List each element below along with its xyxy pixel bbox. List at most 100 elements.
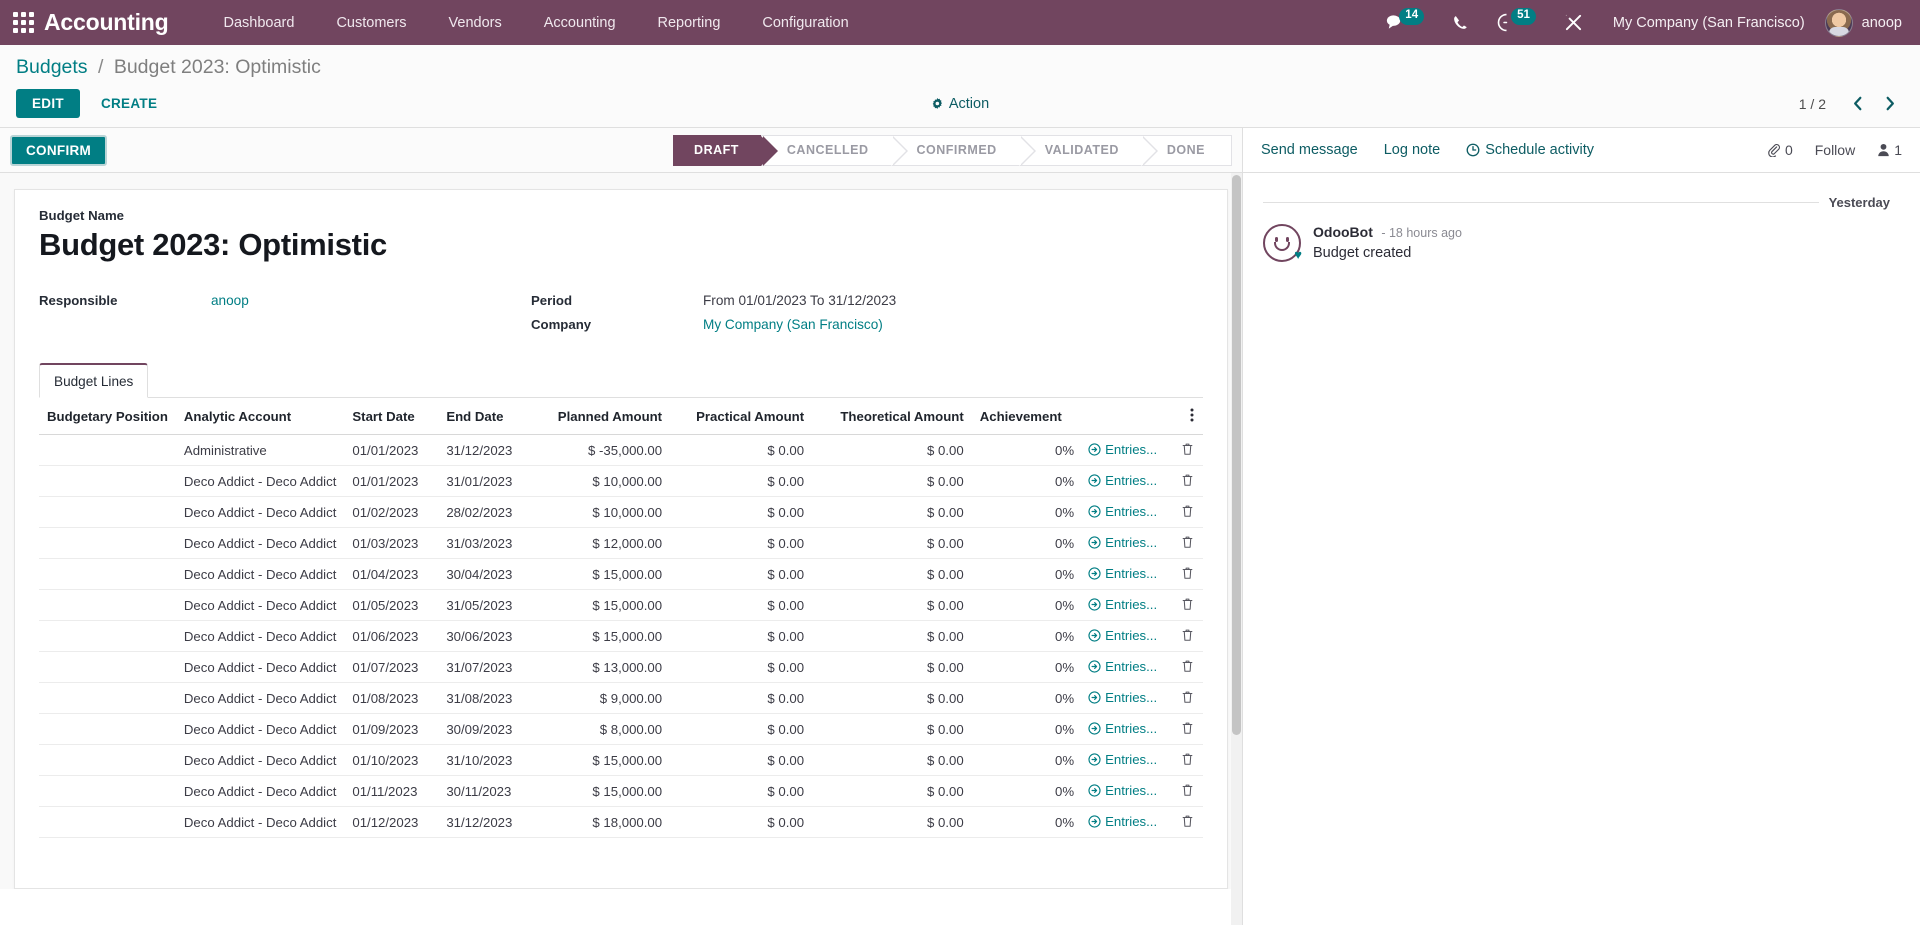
cell-practical-amount[interactable]: $ 0.00	[670, 745, 812, 776]
cell-start-date[interactable]: 01/04/2023	[344, 559, 438, 590]
cell-analytic-account[interactable]: Deco Addict - Deco Addict	[176, 466, 344, 497]
cell-theoretical-amount[interactable]: $ 0.00	[812, 497, 972, 528]
cell-start-date[interactable]: 01/07/2023	[344, 652, 438, 683]
cell-budgetary-position[interactable]	[39, 807, 176, 838]
column-start-date[interactable]: Start Date	[344, 398, 438, 435]
table-row[interactable]: Deco Addict - Deco Addict01/08/202331/08…	[39, 683, 1203, 714]
cell-end-date[interactable]: 31/01/2023	[438, 466, 532, 497]
cell-planned-amount[interactable]: $ 10,000.00	[532, 497, 670, 528]
cell-achievement[interactable]: 0%	[972, 683, 1084, 714]
entries-button[interactable]: Entries...	[1088, 659, 1157, 674]
cell-end-date[interactable]: 31/08/2023	[438, 683, 532, 714]
table-row[interactable]: Deco Addict - Deco Addict01/03/202331/03…	[39, 528, 1203, 559]
entries-button[interactable]: Entries...	[1088, 814, 1157, 829]
cell-budgetary-position[interactable]	[39, 621, 176, 652]
delete-row-button[interactable]	[1181, 506, 1194, 521]
entries-button[interactable]: Entries...	[1088, 752, 1157, 767]
cell-analytic-account[interactable]: Deco Addict - Deco Addict	[176, 652, 344, 683]
attachments-button[interactable]: 0	[1767, 142, 1793, 158]
entries-button[interactable]: Entries...	[1088, 566, 1157, 581]
form-scroll-area[interactable]: Budget Name Budget 2023: Optimistic Resp…	[0, 173, 1242, 889]
cell-achievement[interactable]: 0%	[972, 714, 1084, 745]
cell-theoretical-amount[interactable]: $ 0.00	[812, 745, 972, 776]
schedule-activity-button[interactable]: Schedule activity	[1466, 142, 1594, 158]
menu-item-vendors[interactable]: Vendors	[428, 3, 523, 43]
table-row[interactable]: Deco Addict - Deco Addict01/10/202331/10…	[39, 745, 1203, 776]
cell-achievement[interactable]: 0%	[972, 559, 1084, 590]
cell-planned-amount[interactable]: $ 15,000.00	[532, 559, 670, 590]
column-achievement[interactable]: Achievement	[972, 398, 1084, 435]
menu-item-customers[interactable]: Customers	[315, 3, 427, 43]
budget-name-value[interactable]: Budget 2023: Optimistic	[39, 227, 1203, 263]
edit-button[interactable]: EDIT	[16, 89, 80, 118]
cell-analytic-account[interactable]: Deco Addict - Deco Addict	[176, 590, 344, 621]
stage-cancelled[interactable]: CANCELLED	[761, 135, 891, 166]
cell-end-date[interactable]: 28/02/2023	[438, 497, 532, 528]
column-practical-amount[interactable]: Practical Amount	[670, 398, 812, 435]
cell-practical-amount[interactable]: $ 0.00	[670, 776, 812, 807]
cell-budgetary-position[interactable]	[39, 466, 176, 497]
cell-achievement[interactable]: 0%	[972, 621, 1084, 652]
cell-end-date[interactable]: 31/07/2023	[438, 652, 532, 683]
cell-end-date[interactable]: 31/10/2023	[438, 745, 532, 776]
table-row[interactable]: Deco Addict - Deco Addict01/05/202331/05…	[39, 590, 1203, 621]
cell-practical-amount[interactable]: $ 0.00	[670, 590, 812, 621]
cell-budgetary-position[interactable]	[39, 528, 176, 559]
debug-tools-menu[interactable]	[1550, 0, 1597, 45]
cell-theoretical-amount[interactable]: $ 0.00	[812, 621, 972, 652]
cell-achievement[interactable]: 0%	[972, 745, 1084, 776]
cell-analytic-account[interactable]: Deco Addict - Deco Addict	[176, 807, 344, 838]
cell-theoretical-amount[interactable]: $ 0.00	[812, 714, 972, 745]
entries-button[interactable]: Entries...	[1088, 473, 1157, 488]
cell-practical-amount[interactable]: $ 0.00	[670, 652, 812, 683]
cell-budgetary-position[interactable]	[39, 497, 176, 528]
cell-analytic-account[interactable]: Administrative	[176, 435, 344, 466]
optional-columns-toggle[interactable]	[1177, 398, 1203, 435]
cell-analytic-account[interactable]: Deco Addict - Deco Addict	[176, 497, 344, 528]
cell-end-date[interactable]: 31/03/2023	[438, 528, 532, 559]
cell-analytic-account[interactable]: Deco Addict - Deco Addict	[176, 528, 344, 559]
app-brand-accounting[interactable]: Accounting	[44, 9, 169, 36]
company-value[interactable]: My Company (San Francisco)	[703, 317, 883, 332]
cell-budgetary-position[interactable]	[39, 714, 176, 745]
action-menu[interactable]: Action	[931, 96, 989, 112]
cell-achievement[interactable]: 0%	[972, 497, 1084, 528]
message-author[interactable]: OdooBot	[1313, 224, 1373, 240]
cell-theoretical-amount[interactable]: $ 0.00	[812, 435, 972, 466]
confirm-button[interactable]: CONFIRM	[10, 135, 107, 166]
cell-practical-amount[interactable]: $ 0.00	[670, 528, 812, 559]
menu-item-configuration[interactable]: Configuration	[741, 3, 869, 43]
cell-budgetary-position[interactable]	[39, 652, 176, 683]
table-row[interactable]: Deco Addict - Deco Addict01/07/202331/07…	[39, 652, 1203, 683]
tab-budget-lines[interactable]: Budget Lines	[39, 363, 148, 398]
cell-achievement[interactable]: 0%	[972, 435, 1084, 466]
cell-planned-amount[interactable]: $ 12,000.00	[532, 528, 670, 559]
entries-button[interactable]: Entries...	[1088, 721, 1157, 736]
entries-button[interactable]: Entries...	[1088, 535, 1157, 550]
cell-practical-amount[interactable]: $ 0.00	[670, 807, 812, 838]
apps-grid-icon[interactable]	[10, 10, 36, 36]
delete-row-button[interactable]	[1181, 444, 1194, 459]
cell-budgetary-position[interactable]	[39, 776, 176, 807]
cell-practical-amount[interactable]: $ 0.00	[670, 559, 812, 590]
cell-end-date[interactable]: 30/11/2023	[438, 776, 532, 807]
cell-start-date[interactable]: 01/09/2023	[344, 714, 438, 745]
cell-start-date[interactable]: 01/06/2023	[344, 621, 438, 652]
stage-confirmed[interactable]: CONFIRMED	[891, 135, 1019, 166]
cell-end-date[interactable]: 31/12/2023	[438, 435, 532, 466]
delete-row-button[interactable]	[1181, 785, 1194, 800]
cell-practical-amount[interactable]: $ 0.00	[670, 621, 812, 652]
column-end-date[interactable]: End Date	[438, 398, 532, 435]
voip-phone-button[interactable]	[1438, 0, 1483, 45]
cell-theoretical-amount[interactable]: $ 0.00	[812, 590, 972, 621]
cell-start-date[interactable]: 01/11/2023	[344, 776, 438, 807]
column-theoretical-amount[interactable]: Theoretical Amount	[812, 398, 972, 435]
column-planned-amount[interactable]: Planned Amount	[532, 398, 670, 435]
cell-analytic-account[interactable]: Deco Addict - Deco Addict	[176, 621, 344, 652]
cell-start-date[interactable]: 01/12/2023	[344, 807, 438, 838]
entries-button[interactable]: Entries...	[1088, 628, 1157, 643]
pager-previous-button[interactable]	[1844, 94, 1871, 113]
table-row[interactable]: Deco Addict - Deco Addict01/02/202328/02…	[39, 497, 1203, 528]
column-budgetary-position[interactable]: Budgetary Position	[39, 398, 176, 435]
cell-budgetary-position[interactable]	[39, 590, 176, 621]
